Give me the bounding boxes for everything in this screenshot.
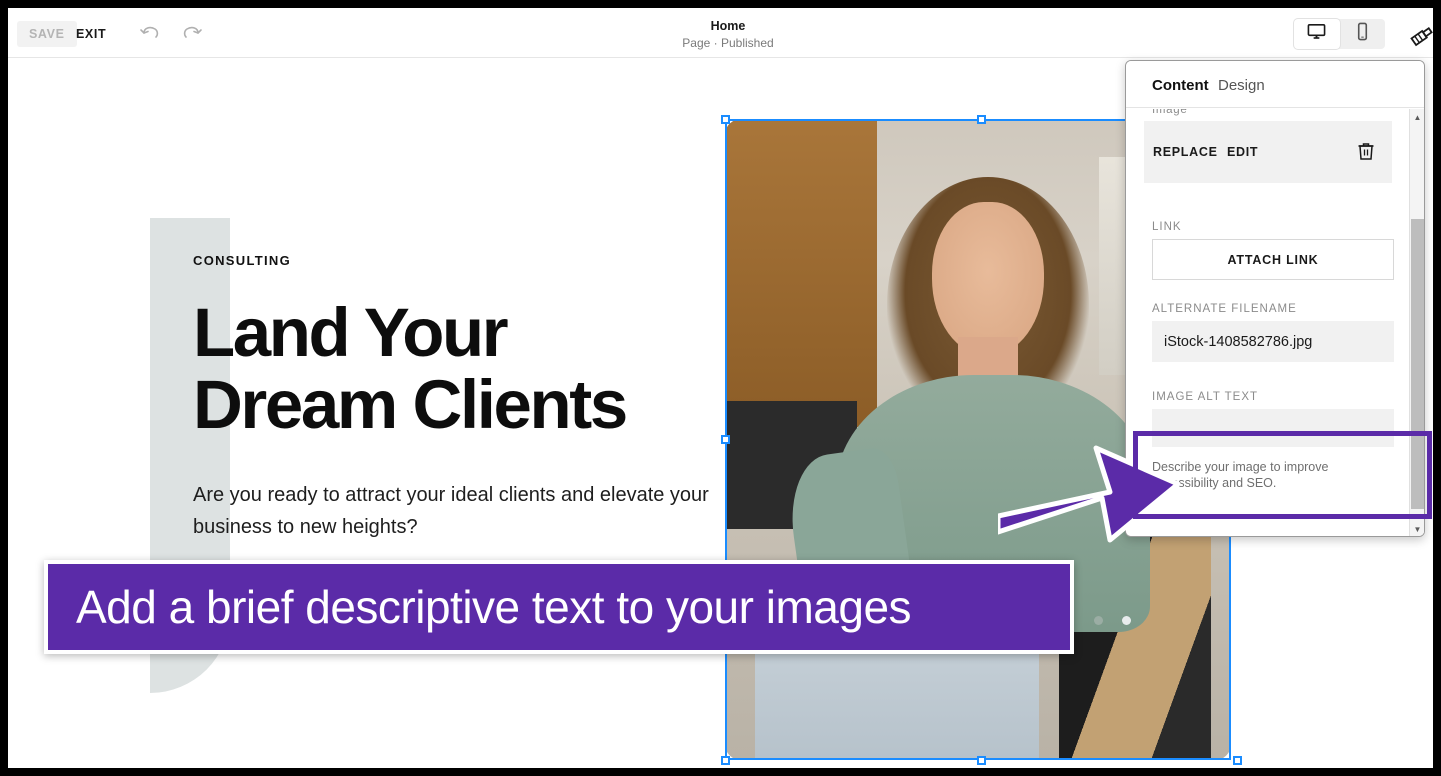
app-window: SAVE EXIT Home Page · Published CONSULTI… xyxy=(8,8,1433,768)
desktop-view-button[interactable] xyxy=(1294,19,1340,49)
undo-icon[interactable] xyxy=(138,22,164,46)
editor-toolbar: SAVE EXIT Home Page · Published xyxy=(8,8,1433,58)
save-button[interactable]: SAVE xyxy=(17,21,77,47)
paint-brush-icon[interactable] xyxy=(1408,24,1433,48)
page-status: Page · Published xyxy=(682,36,774,50)
desktop-monitor-icon xyxy=(1307,22,1326,46)
annotation-callout: Add a brief descriptive text to your ima… xyxy=(44,560,1074,654)
resize-handle-bottom-right[interactable] xyxy=(1233,756,1242,765)
panel-tab-bar: Content Design xyxy=(1126,61,1424,108)
redo-icon[interactable] xyxy=(178,22,204,46)
resize-handle-top-left[interactable] xyxy=(721,115,730,124)
resize-handle-bottom-left[interactable] xyxy=(721,756,730,765)
scroll-down-arrow-icon[interactable]: ▼ xyxy=(1410,521,1424,536)
page-title-block: Home Page · Published xyxy=(568,18,888,51)
image-section-label: Image xyxy=(1152,109,1188,116)
resize-handle-top-center[interactable] xyxy=(977,115,986,124)
alternate-filename-label: ALTERNATE FILENAME xyxy=(1152,303,1297,315)
annotation-highlight-box xyxy=(1133,431,1432,519)
exit-button[interactable]: EXIT xyxy=(76,27,106,41)
scroll-up-arrow-icon[interactable]: ▲ xyxy=(1410,109,1424,125)
section-eyebrow: CONSULTING xyxy=(193,253,291,268)
resize-handle-bottom-center[interactable] xyxy=(977,756,986,765)
image-actions-row: REPLACE EDIT xyxy=(1144,121,1392,183)
edit-image-button[interactable]: EDIT xyxy=(1227,145,1258,159)
device-preview-toggle[interactable] xyxy=(1294,19,1385,49)
attach-link-button[interactable]: ATTACH LINK xyxy=(1152,239,1394,280)
image-alt-text-label: IMAGE ALT TEXT xyxy=(1152,391,1259,403)
annotation-callout-text: Add a brief descriptive text to your ima… xyxy=(76,581,912,633)
tab-design[interactable]: Design xyxy=(1218,77,1265,94)
mobile-phone-icon xyxy=(1354,22,1371,46)
page-subcopy: Are you ready to attract your ideal clie… xyxy=(193,484,709,538)
page-headline: Land Your Dream Clients xyxy=(193,294,628,443)
resize-handle-middle-left[interactable] xyxy=(721,435,730,444)
link-field-label: LINK xyxy=(1152,221,1182,233)
trash-can-icon[interactable] xyxy=(1357,141,1375,161)
tab-content[interactable]: Content xyxy=(1152,77,1209,94)
page-title: Home xyxy=(710,19,746,33)
alternate-filename-input[interactable]: iStock-1408582786.jpg xyxy=(1152,321,1394,362)
mobile-view-button[interactable] xyxy=(1340,19,1386,49)
replace-image-button[interactable]: REPLACE xyxy=(1153,145,1218,159)
